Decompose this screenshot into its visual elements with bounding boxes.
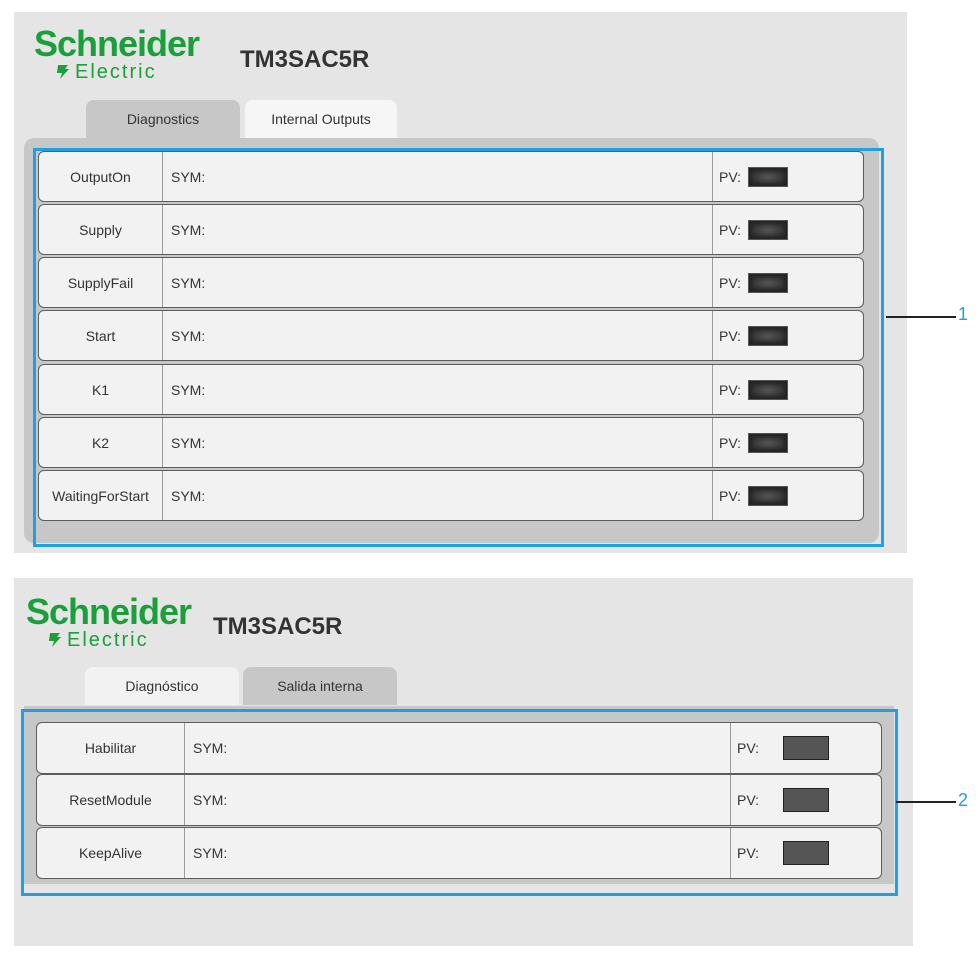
callout-line-1 — [886, 316, 956, 318]
module-title: TM3SAC5R — [213, 613, 343, 640]
callout-number-2: 2 — [958, 790, 969, 810]
callout-line-2 — [896, 801, 956, 803]
tab-salida-interna[interactable]: Salida interna — [243, 667, 397, 705]
schneider-logo: Schneider Electric — [26, 591, 192, 651]
callout-box-2 — [21, 709, 898, 896]
callout-box-1 — [33, 148, 884, 547]
tab-internal-outputs[interactable]: Internal Outputs — [245, 100, 397, 138]
schneider-s-icon — [57, 65, 69, 79]
tab-diagnostico[interactable]: Diagnóstico — [85, 667, 239, 705]
schneider-logo: Schneider Electric — [34, 23, 200, 83]
tab-diagnostics[interactable]: Diagnostics — [86, 100, 240, 138]
schneider-s-icon — [49, 633, 61, 647]
callout-number-1: 1 — [958, 304, 969, 324]
module-title: TM3SAC5R — [240, 46, 370, 73]
